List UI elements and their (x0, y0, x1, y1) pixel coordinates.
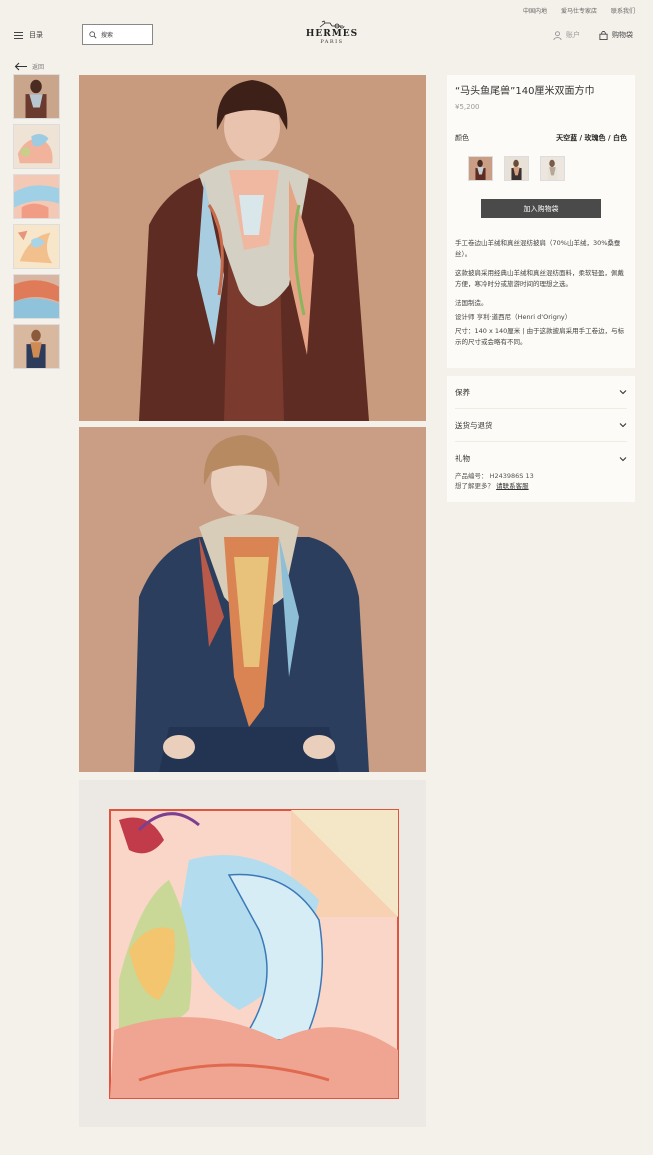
color-label: 颜色 (455, 134, 469, 142)
reference-label: 产品编号： (455, 472, 488, 480)
description-paragraph: 设计师 亨利·道西尼（Henri d'Origny） (455, 313, 572, 321)
product-meta: 产品编号： H243986S 13 想了解更多？ 请联系客服 (455, 471, 627, 491)
thumbnail-4[interactable] (13, 224, 60, 269)
shopping-bag-button[interactable]: 购物袋 (599, 30, 633, 40)
menu-button[interactable]: 目录 (14, 30, 43, 40)
arrow-left-icon (14, 62, 27, 71)
thumbnail-3[interactable] (13, 174, 60, 219)
help-text: 想了解更多？ (455, 482, 494, 490)
accordion-care[interactable]: 保养 (455, 376, 627, 409)
search-placeholder: 搜索 (101, 32, 114, 39)
product-description: 手工卷边山羊绒和真丝混纺披肩（70%山羊绒，30%桑蚕丝）。 这款披肩采用经典山… (455, 238, 627, 348)
chevron-down-icon (619, 390, 627, 395)
hamburger-icon (14, 31, 23, 39)
product-title: “马头鱼尾兽”140厘米双面方巾 (455, 86, 595, 97)
search-input[interactable]: 搜索 (82, 24, 153, 45)
product-reference: 产品编号： H243986S 13 (455, 471, 627, 481)
product-price: ¥5,200 (455, 103, 480, 111)
color-value: 天空蓝 / 玫瑰色 / 白色 (556, 134, 627, 142)
help-line: 想了解更多？ 请联系客服 (455, 481, 627, 491)
carriage-icon (296, 20, 368, 29)
account-label: 账户 (566, 31, 580, 39)
account-button[interactable]: 账户 (553, 30, 580, 40)
color-row: 颜色 天空蓝 / 玫瑰色 / 白色 (455, 133, 627, 143)
swatch-1[interactable] (468, 156, 493, 181)
menu-label: 目录 (29, 31, 43, 39)
back-label: 返回 (32, 64, 45, 71)
description-paragraph: 尺寸：140 x 140厘米 | 由于这款披肩采用手工卷边，与标示的尺寸或会略有… (455, 327, 625, 346)
info-accordion: 保养 送货与退货 礼物 产品编号： H243986S 13 想了解更多？ 请联系… (447, 376, 635, 502)
brand-logo[interactable]: HERMES PARIS (296, 20, 368, 45)
product-photo-3 (79, 780, 426, 1127)
bag-label: 购物袋 (612, 31, 633, 39)
store-link[interactable]: 爱马仕专家店 (561, 6, 597, 15)
thumbnail-1[interactable] (13, 74, 60, 119)
add-to-bag-button[interactable]: 加入购物袋 (481, 199, 601, 218)
top-utility-bar: 中国内地 爱马仕专家店 联系我们 (523, 6, 635, 15)
thumbnail-5[interactable] (13, 274, 60, 319)
accordion-gift-label: 礼物 (455, 454, 470, 463)
brand-name: HERMES (305, 29, 359, 39)
user-icon (553, 30, 562, 40)
search-icon (89, 30, 97, 38)
color-swatches (455, 156, 627, 181)
contact-service-link[interactable]: 请联系客服 (496, 482, 529, 490)
accordion-delivery-label: 送货与退货 (455, 420, 493, 430)
region-link[interactable]: 中国内地 (523, 6, 547, 15)
product-photo-2 (79, 427, 426, 772)
product-photo-1 (79, 75, 426, 421)
product-info-panel: “马头鱼尾兽”140厘米双面方巾 ¥5,200 颜色 天空蓝 / 玫瑰色 / 白… (447, 75, 635, 368)
thumbnail-2[interactable] (13, 124, 60, 169)
thumbnail-6[interactable] (13, 324, 60, 369)
back-link[interactable]: 返回 (14, 62, 44, 71)
chevron-down-icon (619, 423, 627, 428)
description-paragraph: 法国制造。 (455, 299, 488, 307)
brand-city: PARIS (320, 39, 344, 45)
swatch-3[interactable] (540, 156, 565, 181)
reference-value: H243986S 13 (489, 472, 534, 480)
chevron-down-icon (619, 456, 627, 461)
contact-link[interactable]: 联系我们 (611, 6, 635, 15)
description-paragraph: 这款披肩采用经典山羊绒和真丝混纺面料，柔软轻盈，佩戴方便，寒冷时分或旅游时间的理… (455, 269, 624, 288)
accordion-delivery[interactable]: 送货与退货 (455, 409, 627, 442)
swatch-2[interactable] (504, 156, 529, 181)
bag-icon (599, 30, 608, 40)
thumbnail-strip (13, 74, 60, 374)
description-paragraph: 手工卷边山羊绒和真丝混纺披肩（70%山羊绒，30%桑蚕丝）。 (455, 239, 621, 258)
accordion-care-label: 保养 (455, 387, 470, 397)
